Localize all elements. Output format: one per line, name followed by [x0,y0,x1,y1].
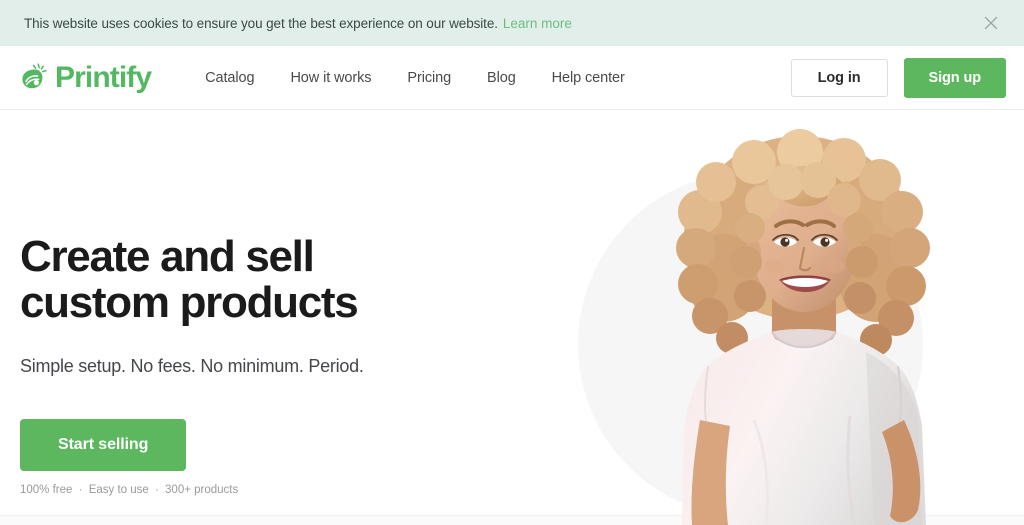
start-selling-button[interactable]: Start selling [20,418,187,471]
nav-item-catalog[interactable]: Catalog [187,62,272,94]
model-illustration [676,129,930,525]
printify-landing-page: This website uses cookies to ensure you … [0,0,1024,525]
site-header: Printify Catalog How it works Pricing Bl… [0,46,1024,110]
cookie-message: This website uses cookies to ensure you … [24,15,498,31]
hero-visual [564,110,1024,525]
hero-section: Create and sell custom products Simple s… [0,110,1024,525]
fineprint-item-easy: Easy to use [88,483,149,496]
hero-title-line-1: Create and sell [20,232,315,281]
fineprint-separator-1: · [78,483,83,496]
nav-item-pricing[interactable]: Pricing [389,62,469,94]
hero-title: Create and sell custom products [20,234,540,326]
cookie-learn-more-link[interactable]: Learn more [503,16,572,31]
hero-fineprint: 100% free · Easy to use · 300+ products [20,484,540,496]
hero-copy: Create and sell custom products Simple s… [20,234,540,496]
printify-logo[interactable]: Printify [20,60,152,94]
login-button[interactable]: Log in [790,58,888,97]
signup-button[interactable]: Sign up [903,57,1006,98]
printify-stamp-icon [22,62,47,88]
nav-item-blog[interactable]: Blog [469,62,534,94]
printify-wordmark: Printify [55,60,152,94]
nav-item-how-it-works[interactable]: How it works [272,62,389,94]
close-icon [984,16,998,30]
hero-model-photo [604,120,1004,525]
cookie-close-button[interactable] [980,12,1002,34]
hero-subtitle: Simple setup. No fees. No minimum. Perio… [20,355,364,376]
fineprint-item-products: 300+ products [165,483,239,496]
cookie-consent-banner: This website uses cookies to ensure you … [0,0,1024,46]
nav-item-help-center[interactable]: Help center [534,62,643,94]
fineprint-item-free: 100% free [20,483,73,496]
main-navigation: Catalog How it works Pricing Blog Help c… [187,62,643,94]
hero-title-line-2: custom products [20,277,359,327]
header-actions: Log in Sign up [790,57,1006,98]
fineprint-separator-2: · [154,483,159,496]
